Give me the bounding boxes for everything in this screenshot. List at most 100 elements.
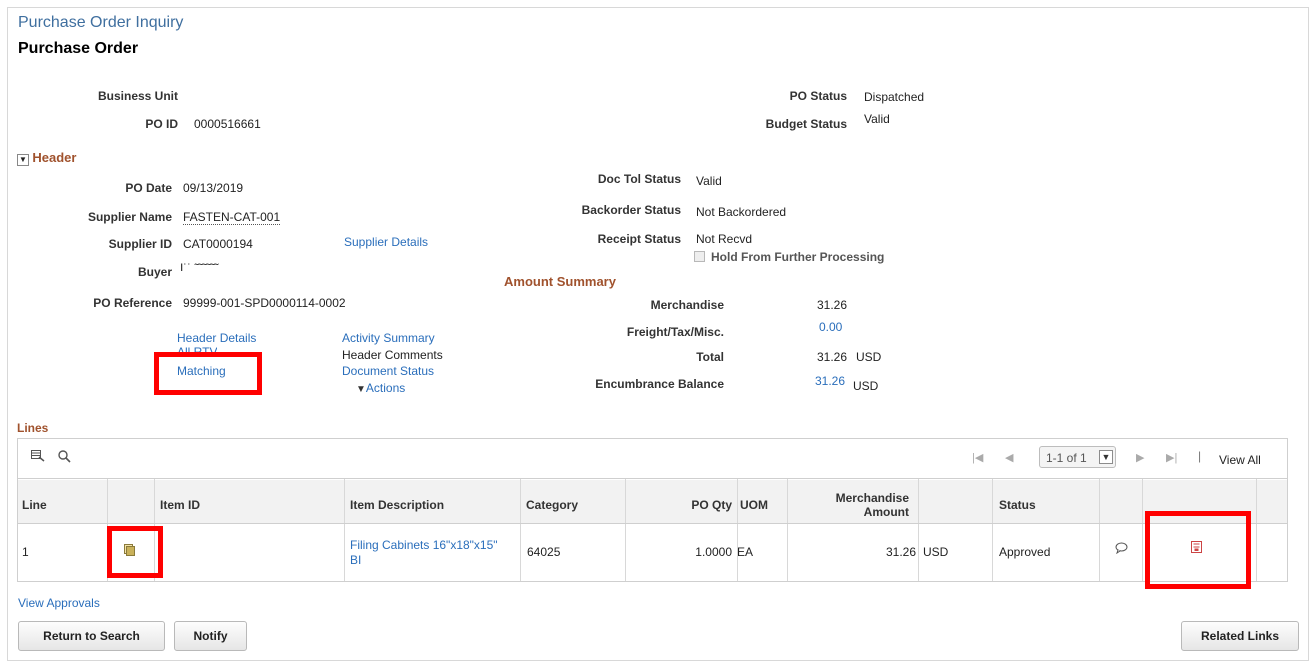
document-status-link[interactable]: Document Status: [342, 364, 434, 378]
supplier-name-label: Supplier Name: [87, 210, 172, 224]
total-label: Total: [696, 350, 724, 364]
matching-link[interactable]: Matching: [177, 364, 226, 378]
col-sep: [1142, 479, 1143, 581]
business-unit-label: Business Unit: [97, 89, 178, 103]
freight-label: Freight/Tax/Misc.: [626, 325, 724, 339]
actions-menu[interactable]: ▼Actions: [356, 381, 405, 395]
comment-icon[interactable]: [1115, 542, 1128, 554]
row-po-qty: 1.0000: [695, 545, 732, 559]
total-value: 31.26: [817, 350, 848, 364]
col-item-id[interactable]: Item ID: [160, 498, 200, 512]
po-status-label: PO Status: [789, 89, 847, 103]
budget-status-value: Valid: [864, 112, 890, 126]
encumbrance-value-link[interactable]: 31.26: [815, 374, 845, 388]
doc-tol-status-label: Doc Tol Status: [597, 172, 681, 186]
buyer-value: I˙˙ ˜˜˜˜˜˜: [180, 261, 219, 271]
col-status[interactable]: Status: [999, 498, 1036, 512]
supplier-name-value: FASTEN-CAT-001: [183, 210, 281, 225]
po-date-value: 09/13/2019: [183, 181, 244, 195]
col-sep: [992, 479, 993, 581]
col-uom[interactable]: UOM: [740, 498, 768, 512]
po-reference-value: 99999-001-SPD0000114-0002: [183, 296, 346, 310]
po-date-label: PO Date: [125, 181, 172, 195]
notify-button[interactable]: Notify: [174, 621, 247, 651]
view-all-link[interactable]: View All: [1219, 453, 1261, 467]
header-comments-text: Header Comments: [342, 348, 443, 362]
lines-grid-header: [18, 480, 1287, 524]
hold-processing-checkbox[interactable]: Hold From Further Processing: [694, 250, 884, 264]
col-sep: [107, 479, 108, 581]
col-sep: [918, 479, 919, 581]
col-item-description[interactable]: Item Description: [350, 498, 444, 512]
col-po-qty[interactable]: PO Qty: [691, 498, 732, 512]
col-sep: [344, 479, 345, 581]
hold-checkbox-box[interactable]: [694, 251, 705, 262]
row-currency: USD: [923, 545, 949, 559]
pager-text: 1-1 of 1: [1046, 451, 1087, 465]
all-rtv-link[interactable]: All RTV: [177, 345, 217, 354]
col-sep: [1256, 479, 1257, 581]
buyer-label: Buyer: [137, 265, 172, 279]
row-item-description-link[interactable]: Filing Cabinets 16"x18"x15" BI: [350, 538, 498, 568]
encumbrance-currency: USD: [853, 379, 879, 393]
col-sep: [787, 479, 788, 581]
budget-status-label: Budget Status: [765, 117, 847, 131]
search-icon[interactable]: [58, 450, 71, 463]
related-links-button[interactable]: Related Links: [1181, 621, 1299, 651]
pager-dropdown[interactable]: 1-1 of 1 ▼: [1039, 446, 1116, 468]
merchandise-label: Merchandise: [650, 298, 724, 312]
amount-summary-title: Amount Summary: [504, 274, 616, 289]
return-to-search-button[interactable]: Return to Search: [18, 621, 165, 651]
receipt-status-label: Receipt Status: [597, 232, 681, 246]
row-uom: EA: [737, 545, 754, 559]
view-approvals-link[interactable]: View Approvals: [18, 596, 100, 610]
encumbrance-label: Encumbrance Balance: [595, 377, 724, 391]
pager-divider: |: [1198, 449, 1202, 463]
header-section-title: Header: [32, 150, 77, 165]
po-id-label: PO ID: [145, 117, 178, 131]
next-page-icon[interactable]: ▶: [1136, 451, 1144, 464]
hold-processing-label: Hold From Further Processing: [711, 250, 885, 264]
col-category[interactable]: Category: [526, 498, 578, 512]
backorder-status-label: Backorder Status: [581, 203, 681, 217]
col-line[interactable]: Line: [22, 498, 47, 512]
col-merchandise-amount[interactable]: Merchandise Amount: [836, 491, 909, 519]
merchandise-value: 31.26: [817, 298, 848, 312]
col-sep: [520, 479, 521, 581]
activity-summary-link[interactable]: Activity Summary: [342, 331, 435, 345]
backorder-status-value: Not Backordered: [696, 205, 787, 219]
po-reference-label: PO Reference: [93, 296, 172, 310]
supplier-id-value: CAT0000194: [183, 237, 253, 251]
page-title: Purchase Order Inquiry: [18, 14, 184, 31]
supplier-details-link[interactable]: Supplier Details: [344, 235, 428, 249]
last-page-icon[interactable]: ▶|: [1166, 451, 1177, 464]
page-subtitle: Purchase Order: [18, 40, 139, 57]
supplier-id-label: Supplier ID: [108, 237, 172, 251]
po-id-value: 0000516661: [194, 117, 261, 131]
receipt-status-value: Not Recvd: [696, 232, 753, 246]
col-sep: [737, 479, 738, 581]
po-status-value: Dispatched: [864, 90, 925, 104]
line-details-icon[interactable]: [124, 544, 135, 556]
col-sep: [1099, 479, 1100, 581]
row-amount: 31.26: [885, 545, 916, 559]
doc-tol-status-value: Valid: [696, 174, 722, 188]
col-merchandise-line1: Merchandise: [835, 491, 909, 505]
row-line: 1: [22, 545, 29, 559]
prev-page-icon[interactable]: ◀: [1005, 451, 1013, 464]
row-status: Approved: [999, 545, 1051, 559]
header-section-toggle[interactable]: ▼ Header: [17, 150, 76, 166]
document-icon[interactable]: [1191, 541, 1203, 554]
personalize-grid-icon[interactable]: [31, 450, 45, 462]
lines-section-title: Lines: [17, 421, 49, 435]
row-item-description-line1: Filing Cabinets 16"x18"x15": [350, 538, 498, 552]
col-merchandise-line2: Amount: [863, 505, 909, 519]
col-sep: [625, 479, 626, 581]
first-page-icon[interactable]: |◀: [972, 451, 983, 464]
col-sep: [154, 479, 155, 581]
freight-value-link[interactable]: 0.00: [819, 320, 842, 334]
header-details-link[interactable]: Header Details: [177, 331, 256, 345]
total-currency: USD: [856, 350, 882, 364]
collapse-icon: ▼: [17, 154, 29, 166]
actions-arrow-icon: ▼: [356, 384, 366, 395]
